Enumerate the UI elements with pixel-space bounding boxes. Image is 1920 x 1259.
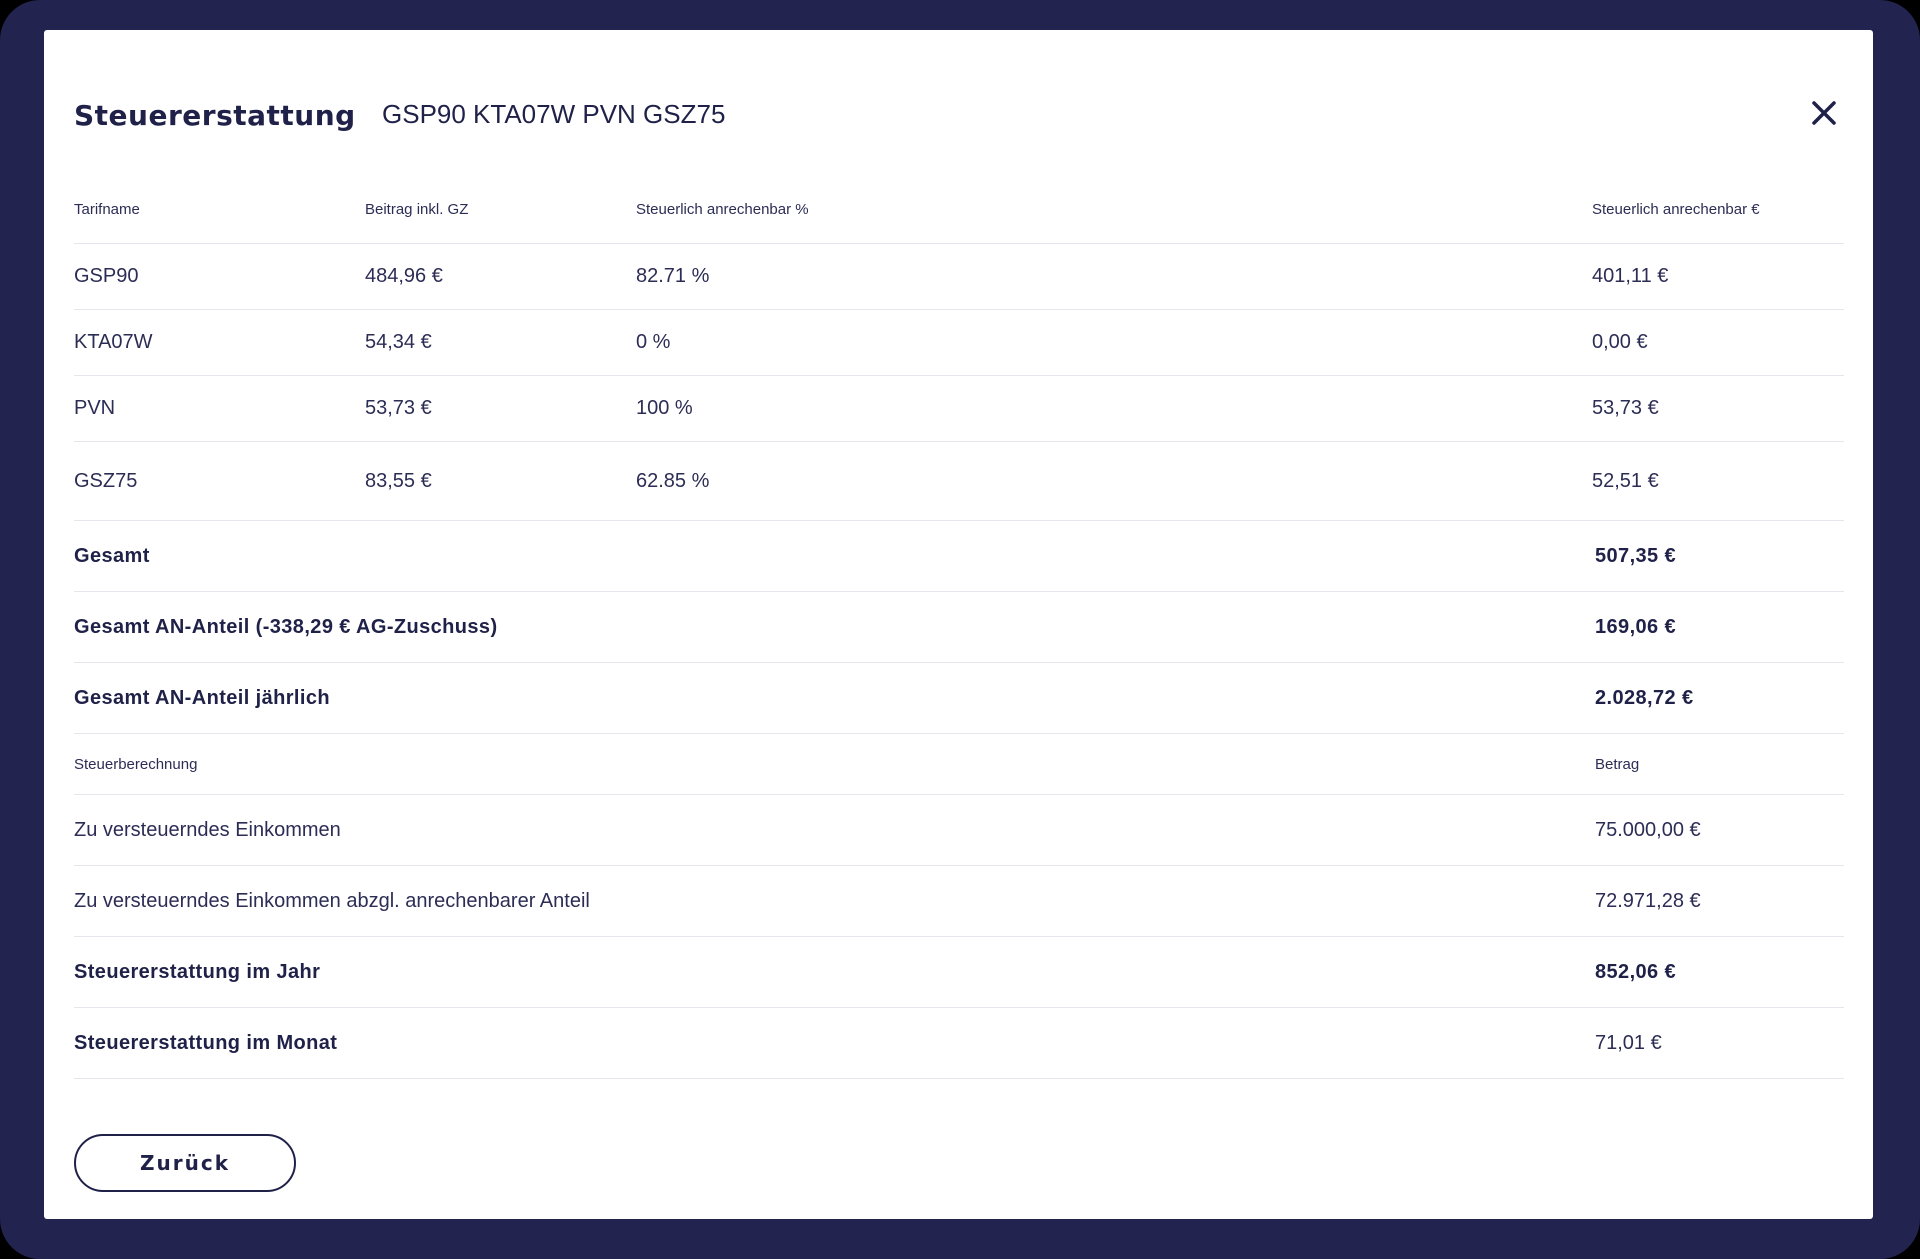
total-row: Gesamt 507,35 € [74, 521, 1844, 592]
table-row: Steuererstattung im Monat 71,01 € [74, 1008, 1844, 1079]
modal-title: Steuererstattung [74, 99, 356, 132]
tariff-deductible: 401,11 € [1592, 265, 1669, 287]
tariff-name: GSP90 [74, 265, 139, 287]
tariff-percent: 62.85 % [636, 469, 710, 492]
tariff-name: PVN [74, 397, 116, 419]
tariff-name: KTA07W [74, 331, 153, 353]
total-employee-share-label: Gesamt AN-Anteil (-338,29 € AG-Zuschuss) [74, 615, 498, 638]
table-row: GSZ75 83,55 € 62.85 % 52,51 € [74, 442, 1844, 521]
table-row: KTA07W 54,34 € 0 % 0,00 € [74, 310, 1844, 376]
header-tax-calculation: Steuerberechnung [74, 756, 198, 773]
tax-row-label: Steuererstattung im Jahr [74, 960, 321, 983]
tariff-percent: 100 % [636, 397, 693, 419]
table-row: GSP90 484,96 € 82.71 % 401,11 € [74, 244, 1844, 310]
tax-row-value: 71,01 € [1595, 1031, 1662, 1054]
tax-table-header: Steuerberechnung Betrag [74, 735, 1844, 795]
tariff-amount: 53,73 € [365, 397, 432, 419]
total-employee-share-yearly-row: Gesamt AN-Anteil jährlich 2.028,72 € [74, 663, 1844, 734]
tariff-table: Tarifname Beitrag inkl. GZ Steuerlich an… [74, 175, 1844, 734]
tax-row-value: 72.971,28 € [1595, 889, 1701, 912]
modal-subtitle: GSP90 KTA07W PVN GSZ75 [382, 99, 726, 129]
tariff-deductible: 52,51 € [1592, 469, 1659, 492]
window-frame: Steuererstattung GSP90 KTA07W PVN GSZ75 … [0, 0, 1920, 1259]
header-deductible-percent: Steuerlich anrechenbar % [636, 200, 809, 218]
close-icon [1812, 101, 1836, 125]
table-row: PVN 53,73 € 100 % 53,73 € [74, 376, 1844, 442]
header-amount: Beitrag inkl. GZ [365, 200, 469, 218]
tax-row-label: Zu versteuerndes Einkommen abzgl. anrech… [74, 889, 590, 912]
close-button[interactable] [1804, 93, 1844, 133]
tariff-percent: 0 % [636, 331, 671, 353]
tax-row-value: 75.000,00 € [1595, 818, 1701, 841]
header-tax-amount: Betrag [1595, 756, 1640, 773]
back-button[interactable]: Zurück [74, 1134, 296, 1192]
tax-calculation-table: Steuerberechnung Betrag Zu versteuerndes… [74, 735, 1844, 1079]
tariff-table-header: Tarifname Beitrag inkl. GZ Steuerlich an… [74, 175, 1844, 244]
tariff-deductible: 0,00 € [1592, 331, 1648, 353]
total-label: Gesamt [74, 544, 150, 567]
total-employee-share-row: Gesamt AN-Anteil (-338,29 € AG-Zuschuss)… [74, 592, 1844, 663]
header-deductible-euro: Steuerlich anrechenbar € [1592, 200, 1760, 218]
tax-row-label: Steuererstattung im Monat [74, 1031, 338, 1054]
modal-header: Steuererstattung GSP90 KTA07W PVN GSZ75 [74, 85, 1844, 145]
table-row: Zu versteuerndes Einkommen abzgl. anrech… [74, 866, 1844, 937]
tariff-amount: 484,96 € [365, 265, 443, 287]
tax-refund-modal: Steuererstattung GSP90 KTA07W PVN GSZ75 … [44, 30, 1873, 1219]
total-employee-share-value: 169,06 € [1595, 615, 1677, 638]
tariff-name: GSZ75 [74, 469, 138, 492]
tariff-amount: 54,34 € [365, 331, 432, 353]
tariff-deductible: 53,73 € [1592, 397, 1659, 419]
total-value: 507,35 € [1595, 544, 1677, 567]
tariff-percent: 82.71 % [636, 265, 710, 287]
total-employee-share-yearly-value: 2.028,72 € [1595, 686, 1694, 709]
tariff-amount: 83,55 € [365, 469, 432, 492]
tax-row-value: 852,06 € [1595, 960, 1677, 983]
table-row: Zu versteuerndes Einkommen 75.000,00 € [74, 795, 1844, 866]
tax-row-label: Zu versteuerndes Einkommen [74, 818, 341, 841]
total-employee-share-yearly-label: Gesamt AN-Anteil jährlich [74, 686, 330, 709]
table-row: Steuererstattung im Jahr 852,06 € [74, 937, 1844, 1008]
header-tariff-name: Tarifname [74, 200, 140, 218]
